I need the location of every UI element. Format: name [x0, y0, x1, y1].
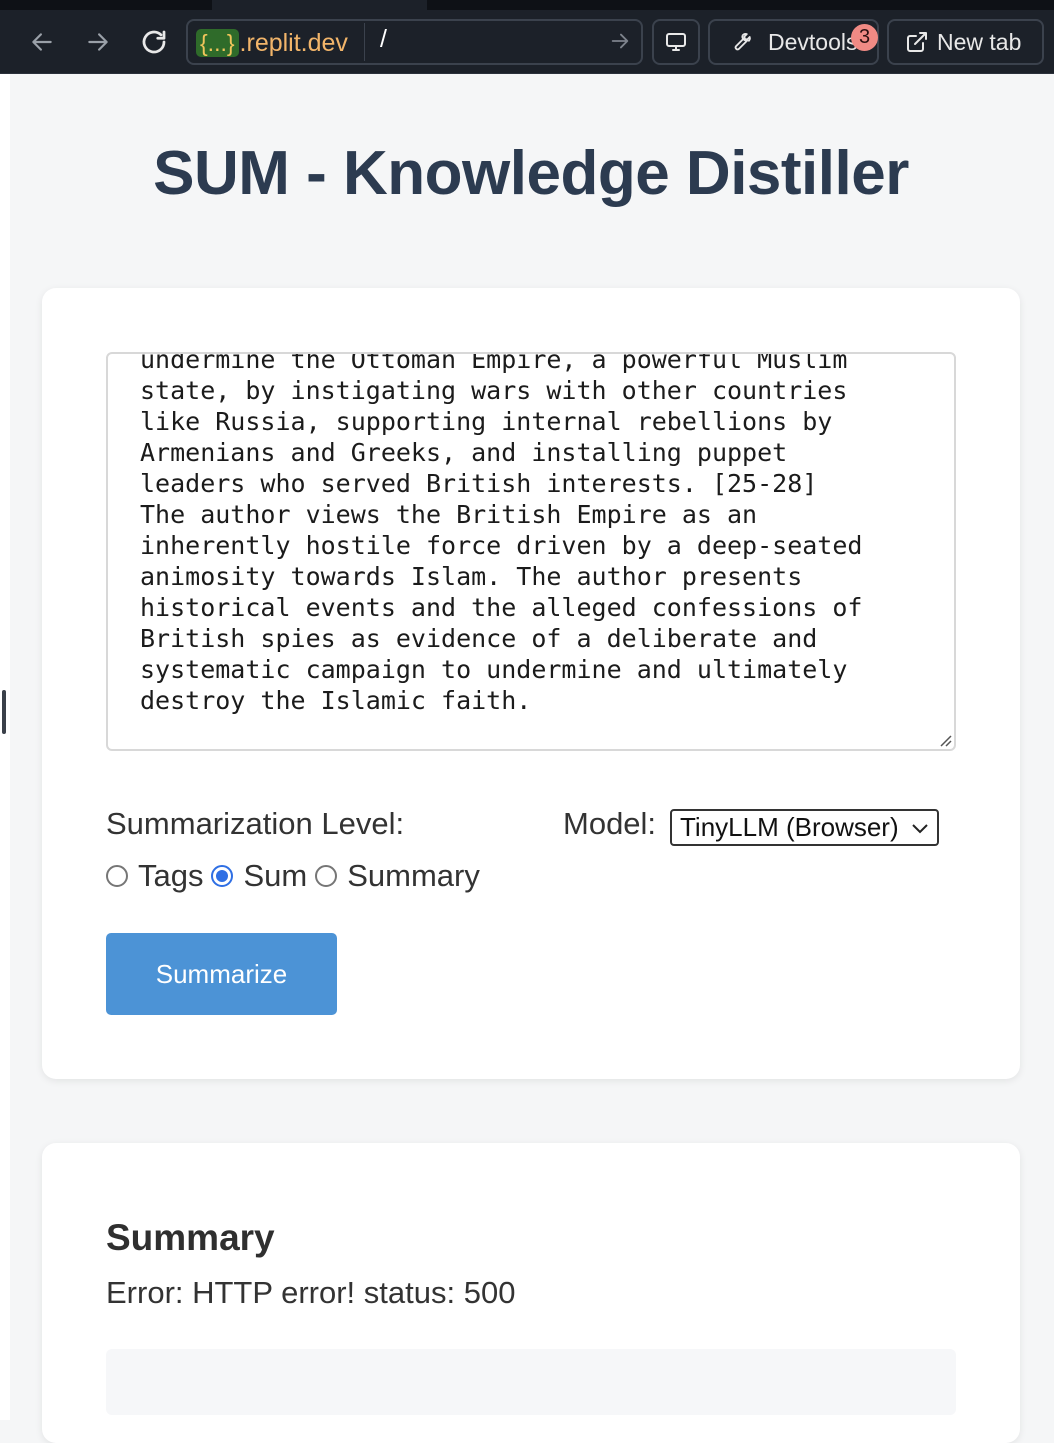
- url-host: {...} .replit.dev: [196, 29, 348, 57]
- radio-summary[interactable]: [315, 865, 338, 887]
- new-tab-label: New tab: [937, 28, 1022, 55]
- panel-resize-handle[interactable]: [2, 690, 6, 734]
- summarize-button[interactable]: Summarize: [106, 933, 337, 1015]
- model-select-value: TinyLLM (Browser): [680, 812, 899, 842]
- reload-icon: [142, 30, 166, 54]
- output-card: Summary Error: HTTP error! status: 500: [42, 1143, 1020, 1443]
- back-button[interactable]: [24, 24, 60, 60]
- arrow-right-icon: [88, 33, 108, 51]
- url-domain: .replit.dev: [239, 28, 348, 57]
- device-preview-button[interactable]: [652, 19, 700, 65]
- wrench-icon: [734, 33, 751, 51]
- forward-button[interactable]: [80, 24, 116, 60]
- url-badge: {...}: [196, 29, 239, 57]
- text-input[interactable]: undermine the Ottoman Empire, a powerful…: [106, 352, 956, 751]
- radio-summary-label[interactable]: Summary: [347, 858, 480, 894]
- devtools-label: Devtools: [768, 28, 858, 55]
- left-panel-edge: [0, 74, 10, 1420]
- resize-grip-icon[interactable]: [936, 731, 952, 747]
- summarization-level-options: Tags Sum Summary: [106, 857, 488, 895]
- address-bar[interactable]: {...} .replit.dev /: [186, 19, 643, 65]
- reload-button[interactable]: [136, 24, 172, 60]
- browser-toolbar: {...} .replit.dev / Devtools 3 New tab: [0, 10, 1054, 74]
- new-tab-button[interactable]: New tab: [887, 19, 1044, 65]
- error-message: Error: HTTP error! status: 500: [106, 1275, 516, 1310]
- summarization-level-label: Summarization Level:: [106, 806, 405, 841]
- active-tab-strip[interactable]: [212, 0, 427, 10]
- radio-tags[interactable]: [106, 865, 128, 887]
- monitor-icon: [666, 33, 686, 51]
- radio-sum[interactable]: [211, 865, 234, 887]
- devtools-notification-badge: 3: [851, 24, 878, 51]
- chevron-down-icon: [912, 824, 928, 834]
- arrow-right-icon: [611, 33, 629, 49]
- text-input-content: undermine the Ottoman Empire, a powerful…: [140, 352, 863, 715]
- arrow-left-icon: [32, 33, 52, 51]
- url-divider: [364, 23, 365, 61]
- go-button[interactable]: [609, 30, 631, 57]
- model-select[interactable]: TinyLLM (Browser): [670, 809, 939, 846]
- model-label: Model:: [563, 806, 657, 841]
- external-link-icon: [907, 32, 927, 52]
- radio-sum-label[interactable]: Sum: [243, 858, 307, 894]
- summary-result-box: [106, 1349, 956, 1415]
- summary-heading: Summary: [106, 1217, 275, 1258]
- page-title: SUM - Knowledge Distiller: [153, 139, 909, 208]
- url-path[interactable]: /: [380, 25, 387, 54]
- radio-tags-label[interactable]: Tags: [138, 858, 203, 894]
- window-top-bar: [0, 0, 1054, 10]
- input-card: undermine the Ottoman Empire, a powerful…: [42, 288, 1020, 1079]
